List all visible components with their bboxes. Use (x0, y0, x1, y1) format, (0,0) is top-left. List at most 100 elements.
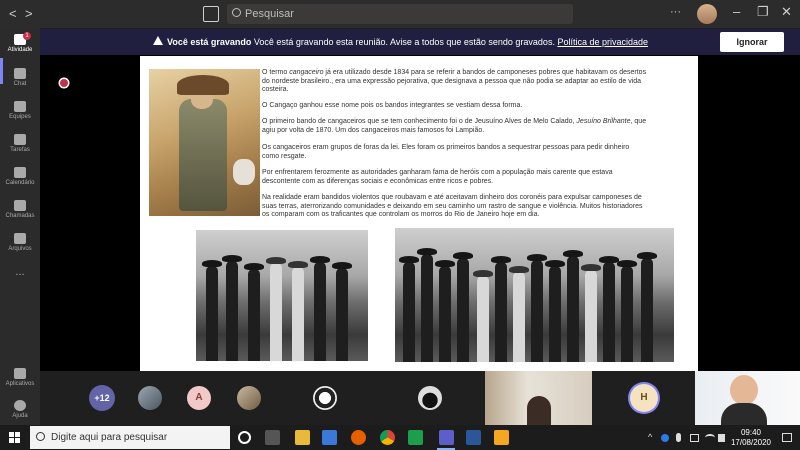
firefox-icon[interactable] (351, 430, 366, 445)
rail-item-apps[interactable]: Aplicativos (0, 368, 40, 387)
photo-figure (453, 252, 473, 362)
participant-tile-h[interactable]: H (592, 371, 695, 425)
clock-time: 09:40 (740, 428, 762, 437)
photo-figure (563, 250, 583, 362)
search-input[interactable]: Pesquisar (227, 4, 573, 24)
more-icon: ... (15, 266, 25, 278)
more-participants-button[interactable]: +12 (89, 385, 115, 411)
user-avatar[interactable] (697, 4, 717, 24)
rail-item-tasks[interactable]: Tarefas (0, 134, 40, 153)
store-icon[interactable] (322, 430, 337, 445)
system-clock[interactable]: 09:40 17/08/2020 (729, 428, 773, 448)
photo-figure (509, 266, 529, 362)
p1-italic: cangaceiro (289, 69, 324, 76)
cangaceiros-photo-2 (395, 228, 674, 362)
p3-italic: Jesuíno Brilhante (576, 118, 631, 125)
photo-figure (310, 256, 330, 361)
participant-video-tile[interactable] (485, 371, 592, 425)
rail-item-label: Calendário (5, 180, 35, 186)
paragraph-3: O primeiro bando de cangaceiros que se t… (262, 118, 647, 135)
rail-item-files[interactable]: Arquivos (0, 233, 40, 252)
rail-item-chat[interactable]: Chat (0, 68, 40, 87)
self-face (730, 375, 758, 405)
rail-item-activity[interactable]: 1 Atividade (0, 32, 40, 53)
search-placeholder: Pesquisar (245, 8, 294, 20)
forward-button[interactable]: > (25, 6, 33, 21)
photo-figure (527, 254, 547, 362)
ignore-button[interactable]: Ignorar (720, 32, 784, 52)
taskbar-search-input[interactable]: Digite aqui para pesquisar (30, 426, 230, 449)
rail-item-label: Atividade (7, 47, 33, 53)
cortana-icon[interactable] (238, 431, 251, 444)
task-view-icon[interactable] (265, 430, 280, 445)
more-options-icon[interactable]: ··· (670, 6, 681, 18)
battery-icon[interactable] (690, 434, 699, 442)
self-body (721, 403, 767, 425)
participant-avatar[interactable] (418, 386, 442, 410)
self-video-tile[interactable] (695, 371, 800, 425)
compose-icon[interactable] (203, 6, 219, 22)
help-icon (14, 400, 26, 411)
volume-icon[interactable] (718, 434, 725, 442)
rail-item-more[interactable]: ... (0, 266, 40, 278)
word-icon[interactable] (466, 430, 481, 445)
rail-item-teams[interactable]: Equipes (0, 101, 40, 120)
calendar-icon (14, 167, 26, 178)
search-icon (36, 432, 45, 441)
apps-icon (14, 368, 26, 379)
photo-figure (399, 256, 419, 362)
app-icon[interactable] (408, 430, 423, 445)
app-rail: 1 Atividade Chat Equipes Tarefas Calendá… (0, 28, 40, 425)
close-button[interactable]: ✕ (781, 4, 792, 20)
p1-text-a: O termo (262, 69, 290, 76)
teams-icon (14, 101, 26, 112)
rail-item-calendar[interactable]: Calendário (0, 167, 40, 186)
participant-avatar-a[interactable]: A (187, 386, 211, 410)
painting-dog (233, 159, 255, 185)
p3-text-a: O primeiro bando de cangaceiros que se t… (262, 118, 577, 125)
photo-figure (545, 260, 565, 362)
paragraph-5: Por enfrentarem ferozmente as autoridade… (262, 169, 613, 185)
maximize-button[interactable]: ❐ (757, 4, 769, 20)
recording-text: Você está gravando esta reunião. Avise a… (253, 37, 555, 47)
paragraph-4: Os cangaceiros eram grupos de foras da l… (262, 144, 630, 160)
photo-figure (617, 260, 637, 362)
chrome-icon[interactable] (380, 430, 395, 445)
privacy-policy-link[interactable]: Política de privacidade (557, 37, 648, 47)
rail-item-label: Ajuda (12, 413, 28, 419)
paragraph-6: Na realidade eram bandidos violentos que… (262, 194, 643, 218)
rail-item-label: Tarefas (10, 147, 30, 153)
teams-icon[interactable] (439, 430, 454, 445)
back-button[interactable]: < (9, 6, 17, 21)
wifi-icon[interactable] (705, 434, 715, 441)
tray-app-icon[interactable] (661, 434, 669, 442)
photo-figure (473, 270, 493, 362)
tasks-icon (14, 134, 26, 145)
minimize-button[interactable]: – (733, 4, 740, 19)
photo-figure (332, 262, 352, 361)
notifications-icon[interactable] (782, 433, 792, 442)
photo-figure (599, 256, 619, 362)
rail-item-calls[interactable]: Chamadas (0, 200, 40, 219)
taskbar-search-placeholder: Digite aqui para pesquisar (51, 432, 168, 443)
paragraph-2: O Cangaço ganhou esse nome pois os bando… (262, 102, 523, 109)
participant-person (527, 396, 551, 425)
app-icon[interactable] (494, 430, 509, 445)
microphone-icon[interactable] (676, 433, 681, 442)
participant-avatar[interactable] (237, 386, 261, 410)
chat-icon (14, 68, 26, 79)
photo-figure (288, 261, 308, 361)
recording-message: Você está gravando Você está gravando es… (167, 37, 648, 47)
recording-banner: Você está gravando Você está gravando es… (40, 29, 800, 55)
photo-figure (222, 255, 242, 361)
photo-figure (266, 257, 286, 361)
rail-item-help[interactable]: Ajuda (0, 400, 40, 419)
windows-start-icon[interactable] (9, 432, 20, 443)
participant-avatar-panda[interactable] (313, 386, 337, 410)
files-icon (14, 233, 26, 244)
windows-taskbar: Digite aqui para pesquisar ^ 09:40 17/08… (0, 425, 800, 450)
rail-item-label: Equipes (9, 114, 31, 120)
participant-avatar[interactable] (138, 386, 162, 410)
file-explorer-icon[interactable] (295, 430, 310, 445)
tray-expand-icon[interactable]: ^ (648, 432, 652, 442)
